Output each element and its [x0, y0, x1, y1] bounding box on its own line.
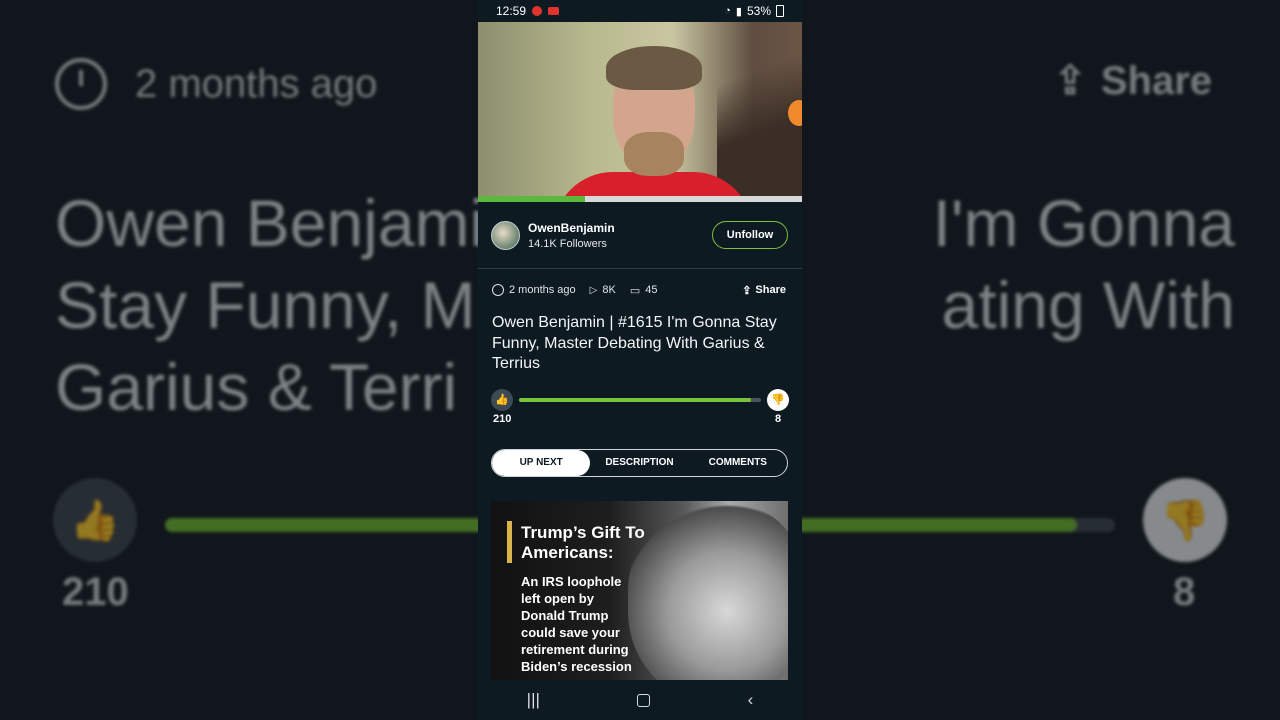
ad-body: An IRS loophole left open by Donald Trum…: [521, 573, 632, 674]
video-progress-fill: [478, 196, 585, 202]
posted-time: 2 months ago: [509, 284, 576, 296]
video-progress-bar[interactable]: [478, 196, 802, 202]
bg-title-fragment-3: Stay Funny, M: [55, 268, 476, 342]
bg-likes-count: 210: [62, 570, 129, 614]
bg-title-fragment-1: Owen Benjami: [55, 186, 485, 260]
bg-title-fragment-5: Garius & Terri: [55, 350, 458, 424]
comment-icon: ▭: [629, 284, 641, 297]
tab-bar: UP NEXT DESCRIPTION COMMENTS: [491, 448, 788, 477]
bg-dislikes-count: 8: [1173, 570, 1196, 614]
bg-share-label: Share: [1100, 58, 1212, 103]
share-label: Share: [755, 284, 786, 296]
tab-up-next[interactable]: UP NEXT: [492, 449, 591, 476]
video-meta: 2 months ago ▷ 8K ▭ 45 ⇪ Share: [478, 269, 802, 311]
like-button[interactable]: 👍: [491, 388, 513, 411]
video-player[interactable]: [478, 22, 802, 202]
view-count: 8K: [602, 284, 616, 296]
phone-screen: 12:59 ◔ ▮ 53% OwenBenjamin 14.1K Followe…: [478, 0, 802, 720]
back-icon[interactable]: ‹: [748, 690, 754, 710]
channel-name[interactable]: OwenBenjamin: [528, 221, 712, 235]
likes-count: 210: [493, 412, 512, 425]
bg-clock-icon: [55, 58, 107, 110]
video-title: Owen Benjamin | #1615 I'm Gonna Stay Fun…: [492, 314, 777, 372]
share-icon: ⇪: [742, 284, 752, 297]
youtube-notification-icon: [532, 6, 543, 16]
clock-icon: [492, 284, 504, 296]
video-person-beard: [624, 132, 684, 176]
ad-headline: Trump’s Gift To Americans:: [521, 522, 645, 562]
wifi-icon: ◔: [724, 5, 731, 17]
rating-row: 👍 👎 210 8: [478, 388, 802, 437]
battery-percent: 53%: [746, 4, 771, 18]
signal-icon: ▮: [735, 5, 742, 18]
dislikes-count: 8: [775, 412, 782, 425]
tab-comments[interactable]: COMMENTS: [689, 450, 787, 476]
thumbs-up-icon: 👍: [495, 394, 509, 406]
status-time: 12:59: [496, 4, 527, 18]
ad-banner[interactable]: Trump’s Gift To Americans: An IRS loopho…: [491, 500, 788, 681]
bg-share: ⇪ Share: [1053, 58, 1212, 104]
dislike-button[interactable]: 👎: [767, 388, 789, 411]
bg-meta: 2 months ago: [55, 58, 377, 110]
bg-posted: 2 months ago: [135, 61, 378, 106]
rating-bar: [519, 397, 761, 402]
bg-title-fragment-2: I'm Gonna: [932, 186, 1235, 260]
status-bar: 12:59 ◔ ▮ 53%: [478, 0, 802, 22]
bg-thumbs-down-icon: 👎: [1143, 478, 1227, 562]
avatar[interactable]: [491, 220, 520, 250]
comment-count: 45: [645, 284, 658, 296]
battery-icon: [776, 5, 784, 17]
unfollow-button[interactable]: Unfollow: [712, 221, 788, 249]
camera-notification-icon: [548, 7, 560, 15]
bg-share-icon: ⇪: [1053, 59, 1087, 103]
video-person-hair: [606, 46, 702, 90]
share-button[interactable]: ⇪ Share: [742, 284, 786, 297]
system-nav-bar: ||| ‹: [478, 680, 802, 720]
play-icon: ▷: [589, 284, 598, 296]
home-icon[interactable]: [637, 693, 651, 707]
tab-description[interactable]: DESCRIPTION: [590, 450, 688, 476]
bg-thumbs-up-icon: 👍: [53, 478, 137, 562]
bg-title-fragment-4: ating With: [941, 268, 1235, 342]
recents-icon[interactable]: |||: [527, 690, 540, 710]
channel-row: OwenBenjamin 14.1K Followers Unfollow: [478, 202, 802, 269]
thumbs-down-icon: 👎: [771, 394, 785, 406]
ad-accent-bar: [507, 520, 512, 563]
channel-followers: 14.1K Followers: [528, 237, 607, 250]
rating-bar-fill: [519, 397, 752, 402]
